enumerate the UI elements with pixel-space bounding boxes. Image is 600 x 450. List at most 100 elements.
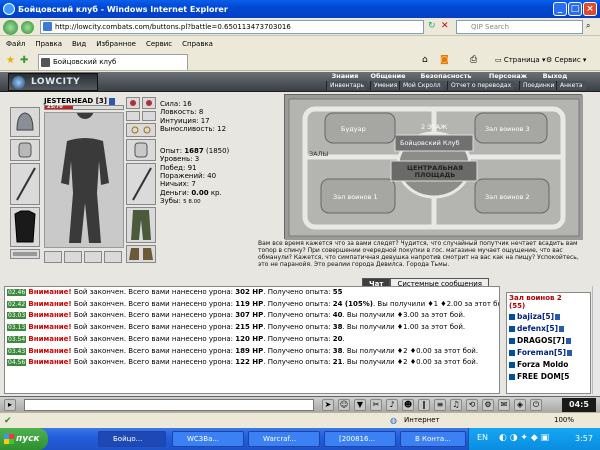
menu-view[interactable]: Вид xyxy=(72,40,86,48)
chat-line: 02.42 Внимание! Бой закончен. Всего вами… xyxy=(7,299,500,308)
arrow-icon[interactable]: ▸ xyxy=(4,399,16,411)
smile-icon[interactable]: ☺ xyxy=(338,399,350,411)
chat-icon[interactable]: ✉ xyxy=(498,399,510,411)
language-indicator[interactable]: EN xyxy=(477,433,488,442)
nav-character[interactable]: Персонаж xyxy=(486,72,530,81)
menu-file[interactable]: Файл xyxy=(6,40,25,48)
item-slot-4[interactable] xyxy=(104,251,122,263)
ring-slot-1[interactable] xyxy=(126,111,140,121)
minimize-button[interactable]: _ xyxy=(553,2,567,16)
list-icon[interactable]: ≡ xyxy=(434,399,446,411)
nav-community[interactable]: Общение xyxy=(366,72,410,81)
add-favorite-icon[interactable]: ✚ xyxy=(20,55,28,66)
filter-icon[interactable]: ▼ xyxy=(354,399,366,411)
belt-slot[interactable] xyxy=(10,249,40,259)
settings-icon[interactable]: ⚙ xyxy=(482,399,494,411)
print-icon[interactable]: ⎙ xyxy=(470,55,477,65)
tools-menu[interactable]: ⚙ Сервис ▾ xyxy=(546,56,586,64)
nav-knowledge[interactable]: Знания xyxy=(330,72,360,81)
maximize-button[interactable]: □ xyxy=(568,2,582,16)
item-slot-2[interactable] xyxy=(64,251,82,263)
browser-tab[interactable]: Бойцовский клуб xyxy=(38,54,188,70)
chat-log[interactable]: 02.46 Внимание! Бой закончен. Всего вами… xyxy=(4,286,500,394)
earring-slot[interactable] xyxy=(126,97,140,109)
info-icon[interactable] xyxy=(109,97,116,105)
map-label-floor-2[interactable]: 2 ЭТАЖ xyxy=(421,123,447,131)
chat-line: 03.54 Внимание! Бой закончен. Всего вами… xyxy=(7,334,345,343)
back-button[interactable] xyxy=(3,20,18,35)
start-button[interactable]: пуск xyxy=(0,428,48,450)
item-slot-1[interactable] xyxy=(44,251,62,263)
send-icon[interactable]: ➤ xyxy=(322,399,334,411)
map-label-warriors-1[interactable]: Зал воинов 1 xyxy=(333,193,378,201)
character-body[interactable] xyxy=(44,99,124,248)
search-input[interactable]: QIP Search xyxy=(456,20,583,34)
roster-player[interactable]: defenx[5] xyxy=(507,323,590,335)
nav-security[interactable]: Безопасность xyxy=(418,72,474,81)
nav-skills[interactable]: Умения xyxy=(370,81,401,90)
menu-edit[interactable]: Правка xyxy=(35,40,62,48)
forward-button[interactable] xyxy=(21,21,34,34)
nav-inventory[interactable]: Инвентарь xyxy=(326,81,368,90)
pause-icon[interactable]: ‖ xyxy=(418,399,430,411)
url-input[interactable]: http://lowcity.combats.com/buttons.pl?ba… xyxy=(40,20,424,34)
roster-player[interactable]: DRAGOS[7] xyxy=(507,335,590,347)
page-menu[interactable]: ▭ Страница ▾ xyxy=(495,56,545,64)
roster-player[interactable]: Foreman[5] xyxy=(507,347,590,359)
roster-player[interactable]: FREE DOM[5 xyxy=(507,371,590,383)
feeds-icon[interactable]: ◙ xyxy=(440,55,449,65)
nav-battles[interactable]: Поединки xyxy=(519,81,558,90)
map-label-central-square[interactable]: ЦЕНТРАЛЬНАЯ ПЛОЩАДЬ xyxy=(395,165,475,179)
task-folder[interactable]: [200816... xyxy=(324,431,396,447)
favorites-star-icon[interactable]: ★ xyxy=(6,55,15,66)
menu-favorites[interactable]: Избранное xyxy=(96,40,136,48)
boots-slot[interactable] xyxy=(126,245,156,263)
amulet-slot[interactable] xyxy=(142,97,156,109)
nav-exit[interactable]: Выход xyxy=(540,72,570,81)
map-label-fight-club[interactable]: Бойцовский Клуб xyxy=(400,139,460,147)
info-icon xyxy=(565,338,571,344)
helmet-slot[interactable] xyxy=(10,107,40,137)
offhand-slot[interactable] xyxy=(126,163,156,205)
person-icon[interactable]: ☻ xyxy=(402,399,414,411)
armor-slot[interactable] xyxy=(10,207,40,247)
pants-slot[interactable] xyxy=(126,207,156,243)
map-label-warriors-2[interactable]: Зал воинов 2 xyxy=(485,193,530,201)
menu-tools[interactable]: Сервис xyxy=(146,40,172,48)
task-wc3[interactable]: WC3Ba... xyxy=(172,431,244,447)
ring-slot-2[interactable] xyxy=(142,111,156,121)
chat-scrollbar[interactable] xyxy=(592,286,600,394)
chat-input[interactable] xyxy=(24,399,314,411)
close-button[interactable]: × xyxy=(583,2,597,16)
stop-icon[interactable]: ✕ xyxy=(441,21,449,31)
window-title: Бойцовский клуб - Windows Internet Explo… xyxy=(18,4,228,14)
home-icon[interactable]: ⌂ xyxy=(422,55,428,65)
music-icon[interactable]: ♫ xyxy=(450,399,462,411)
nav-profile[interactable]: Анкета xyxy=(556,81,586,90)
bracers-slot[interactable] xyxy=(10,139,40,161)
roster-player[interactable]: bajiza[5] xyxy=(507,311,590,323)
map-label-warriors-3[interactable]: Зал воинов 3 xyxy=(485,125,530,133)
city-map: Будуар Зал воинов 3 2 ЭТАЖ Бойцовский Кл… xyxy=(284,94,583,240)
rings-slot[interactable] xyxy=(126,123,156,137)
gloves-slot[interactable] xyxy=(126,139,156,161)
nav-transfers[interactable]: Отчет о переводах xyxy=(447,81,515,90)
map-label-boudoir[interactable]: Будуар xyxy=(341,125,366,133)
clear-icon[interactable]: ✂ xyxy=(370,399,382,411)
task-warcraft[interactable]: Warcraf... xyxy=(248,431,320,447)
weapon-slot[interactable] xyxy=(10,163,40,205)
map-icon[interactable]: ◈ xyxy=(514,399,526,411)
search-icon[interactable]: ⌕ xyxy=(586,21,590,31)
exit-icon[interactable]: ⏻ xyxy=(530,399,542,411)
zoom-level[interactable]: 100% xyxy=(554,416,574,424)
item-slot-3[interactable] xyxy=(84,251,102,263)
task-fightclub[interactable]: Бойцо... xyxy=(98,431,166,447)
refresh-icon[interactable]: ↻ xyxy=(428,21,436,31)
menu-help[interactable]: Справка xyxy=(182,40,213,48)
sound-icon[interactable]: ♪ xyxy=(386,399,398,411)
nav-my-scroll[interactable]: Мой Скролл xyxy=(399,81,444,90)
history-icon[interactable]: ⟲ xyxy=(466,399,478,411)
roster-player[interactable]: Forza Moldo xyxy=(507,359,590,371)
task-vkontakte[interactable]: В Конта... xyxy=(400,431,466,447)
tray-icons[interactable]: ◐ ◑ ✦ ◆ ▣ xyxy=(499,433,549,443)
